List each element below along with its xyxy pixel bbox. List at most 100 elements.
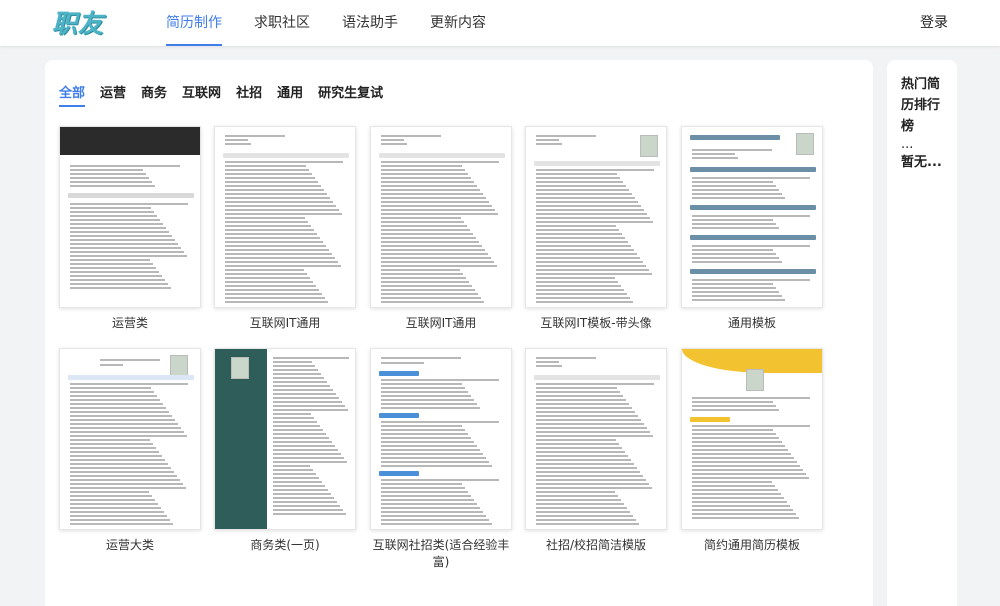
preview-text-line: [692, 295, 782, 297]
template-thumbnail[interactable]: [59, 126, 201, 308]
preview-text-line: [225, 193, 327, 195]
preview-text-line: [70, 387, 151, 389]
preview-text-line: [692, 177, 810, 179]
preview-text-line: [536, 399, 626, 401]
category-postgrad-interview[interactable]: 研究生复试: [318, 82, 383, 105]
preview-text-line: [70, 419, 175, 421]
preview-text-line: [225, 181, 318, 183]
preview-text-line: [273, 377, 324, 379]
preview-text-line: [225, 209, 339, 211]
template-card[interactable]: 运营类: [59, 126, 201, 332]
template-card[interactable]: 社招/校招简洁模版: [525, 348, 667, 554]
preview-text-line: [225, 297, 325, 299]
login-button[interactable]: 登录: [920, 0, 948, 46]
preview-text-line: [692, 245, 810, 247]
nav-job-community[interactable]: 求职社区: [254, 0, 310, 46]
preview-text-line: [381, 135, 441, 137]
preview-text-line: [536, 383, 654, 385]
preview-text-line: [381, 205, 492, 207]
preview-text-line: [225, 143, 251, 145]
preview-text-line: [381, 173, 468, 175]
preview-text-line: [70, 479, 180, 481]
preview-text-line: [273, 497, 334, 499]
preview-text-line: [381, 503, 477, 505]
preview-text-line: [70, 495, 152, 497]
preview-text-line: [273, 421, 317, 423]
preview-text-line: [536, 463, 634, 465]
category-operations[interactable]: 运营: [100, 82, 126, 105]
template-thumbnail[interactable]: [681, 126, 823, 308]
preview-text-line: [273, 505, 340, 507]
preview-text-line: [381, 177, 471, 179]
preview-text-line: [70, 451, 159, 453]
template-label: 运营类: [111, 316, 148, 330]
preview-text-line: [536, 523, 639, 525]
logo[interactable]: 职友: [52, 6, 104, 38]
preview-text-line: [273, 365, 315, 367]
preview-text-line: [381, 407, 480, 409]
preview-text-line: [536, 471, 640, 473]
template-card[interactable]: 互联网IT模板-带头像: [525, 126, 667, 332]
preview-text-line: [381, 461, 489, 463]
preview-section-header: [690, 167, 816, 172]
preview-text-line: [536, 193, 632, 195]
preview-text-line: [536, 297, 630, 299]
preview-text-line: [536, 395, 623, 397]
category-internet[interactable]: 互联网: [182, 82, 221, 105]
preview-text-line: [70, 403, 163, 405]
preview-text-line: [273, 457, 344, 459]
preview-text-line: [381, 379, 499, 381]
nav-grammar-assistant[interactable]: 语法助手: [342, 0, 398, 46]
category-all[interactable]: 全部: [59, 82, 86, 107]
preview-text-line: [536, 201, 638, 203]
preview-text-line: [381, 383, 462, 385]
preview-text-line: [692, 279, 810, 281]
template-card[interactable]: 通用模板: [681, 126, 823, 332]
preview-text-line: [70, 169, 143, 171]
preview-section-header: [379, 153, 505, 158]
preview-text-line: [536, 273, 652, 275]
category-general[interactable]: 通用: [277, 82, 303, 105]
preview-text-line: [536, 169, 654, 171]
preview-text-line: [536, 281, 618, 283]
template-thumbnail[interactable]: [370, 126, 512, 308]
preview-text-line: [381, 257, 491, 259]
main-nav: 简历制作 求职社区 语法助手 更新内容: [166, 0, 518, 46]
template-card[interactable]: 互联网IT通用: [214, 126, 356, 332]
template-card[interactable]: 互联网社招类(适合经验丰富): [370, 348, 512, 571]
template-card[interactable]: 互联网IT通用: [370, 126, 512, 332]
preview-text-line: [536, 499, 621, 501]
preview-text-line: [536, 225, 616, 227]
preview-text-line: [225, 293, 322, 295]
category-social-recruit[interactable]: 社招: [236, 82, 262, 105]
preview-text-line: [536, 189, 629, 191]
template-thumbnail[interactable]: [525, 348, 667, 530]
nav-resume-builder[interactable]: 简历制作: [166, 0, 222, 46]
preview-text-line: [692, 429, 773, 431]
preview-text-line: [273, 373, 321, 375]
preview-text-line: [536, 233, 622, 235]
category-business[interactable]: 商务: [141, 82, 167, 105]
preview-text-line: [692, 501, 787, 503]
preview-text-line: [692, 445, 785, 447]
preview-text-line: [381, 479, 499, 481]
nav-updates[interactable]: 更新内容: [430, 0, 486, 46]
template-thumbnail[interactable]: [59, 348, 201, 530]
preview-text-line: [273, 473, 316, 475]
preview-section-header: [534, 375, 660, 380]
template-thumbnail[interactable]: [525, 126, 667, 308]
preview-text-line: [70, 219, 160, 221]
preview-text-line: [692, 153, 735, 155]
template-thumbnail[interactable]: [370, 348, 512, 530]
template-thumbnail[interactable]: [214, 348, 356, 530]
preview-text-line: [225, 205, 336, 207]
preview-text-line: [692, 249, 773, 251]
template-card[interactable]: 简约通用简历模板: [681, 348, 823, 554]
template-card[interactable]: 商务类(一页): [214, 348, 356, 554]
preview-text-line: [536, 403, 629, 405]
template-thumbnail[interactable]: [214, 126, 356, 308]
template-card[interactable]: 运营大类: [59, 348, 201, 554]
template-thumbnail[interactable]: [681, 348, 823, 530]
preview-text-line: [273, 465, 310, 467]
preview-text-line: [381, 453, 483, 455]
